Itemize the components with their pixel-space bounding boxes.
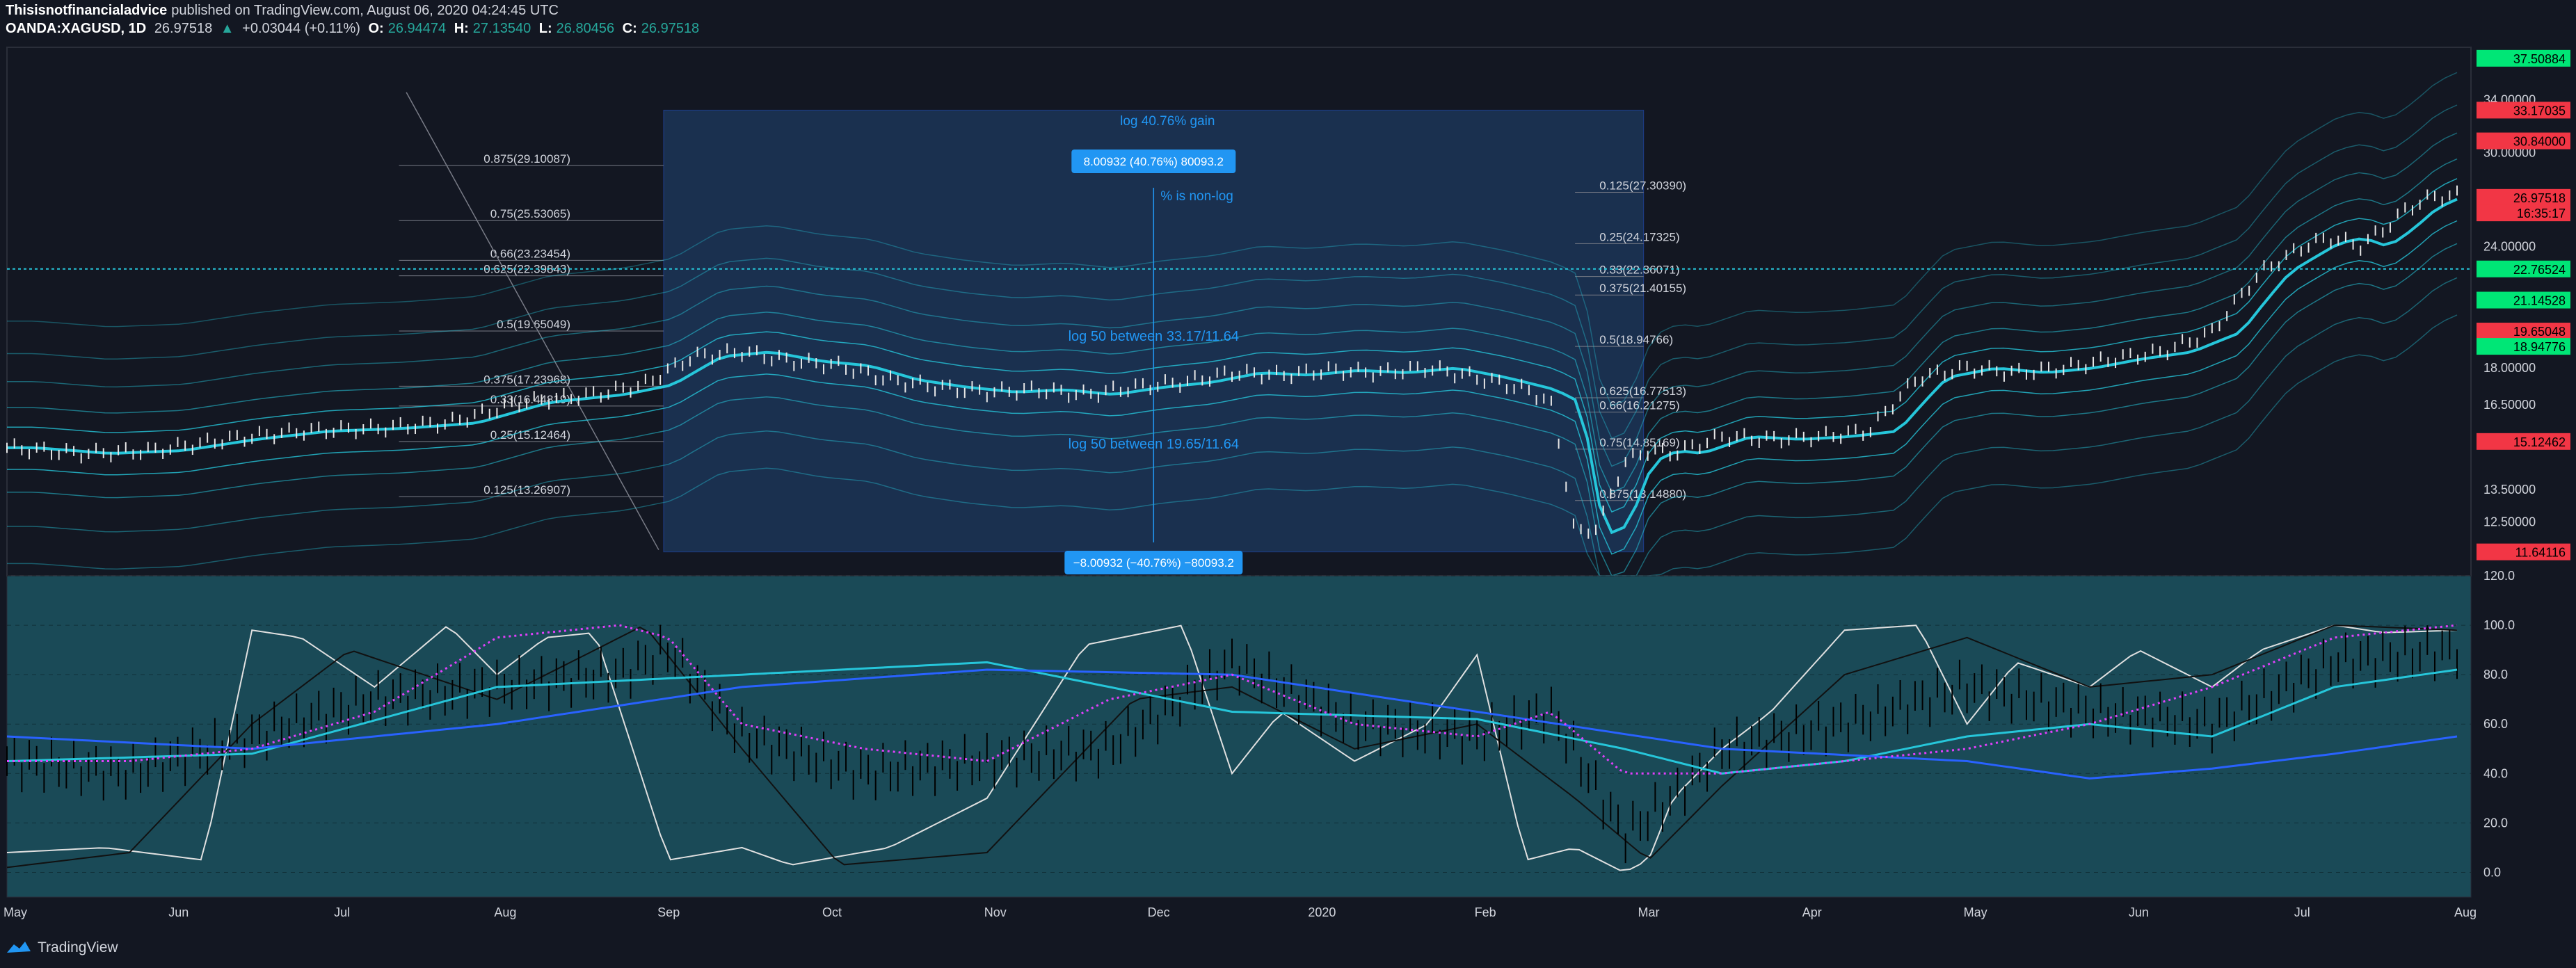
y-tick-label: 12.50000 (2483, 515, 2536, 529)
y-tick-label: 18.00000 (2483, 361, 2536, 375)
x-axis-label: Jul (2294, 905, 2310, 919)
measure-up-label: 8.00932 (40.76%) 80093.2 (1084, 155, 1224, 168)
x-axis-label: May (1964, 905, 1987, 919)
price-tag-label: 11.64116 (2515, 546, 2566, 560)
price-tag-label: 30.84000 (2513, 135, 2566, 149)
x-axis-label: Feb (1475, 905, 1496, 919)
x-axis-label: Apr (1802, 905, 1822, 919)
fib-right-label: 0.125(27.30390) (1599, 179, 1686, 192)
fib-left-label: 0.75(25.53065) (490, 207, 570, 220)
osc-tick-label: 100.0 (2483, 618, 2515, 632)
x-axis-label: May (3, 905, 27, 919)
x-axis-label: Oct (822, 905, 842, 919)
fib-right-label: 0.33(22.36071) (1599, 264, 1679, 277)
price-tag-label: 18.94776 (2513, 340, 2566, 354)
x-axis-label: Jun (2129, 905, 2149, 919)
x-axis-label: Sep (657, 905, 680, 919)
footer-brand-label: TradingView (38, 939, 118, 955)
x-axis-label: Dec (1148, 905, 1170, 919)
x-axis-label: Mar (1638, 905, 1660, 919)
price-tag-label: 19.65048 (2513, 325, 2566, 339)
osc-tick-label: 0.0 (2483, 865, 2501, 879)
osc-tick-label: 120.0 (2483, 569, 2515, 583)
x-axis-label: 2020 (1308, 905, 1336, 919)
fib-right-label: 0.375(21.40155) (1599, 282, 1686, 295)
price-tag-label: 26.97518 (2513, 191, 2566, 205)
chart-canvas[interactable]: 34.0000030.0000024.0000018.0000016.50000… (0, 0, 2576, 968)
osc-tick-label: 40.0 (2483, 766, 2508, 780)
y-tick-label: 16.50000 (2483, 398, 2536, 412)
osc-tick-label: 80.0 (2483, 668, 2508, 681)
price-pane[interactable]: 34.0000030.0000024.0000018.0000016.50000… (6, 47, 2570, 576)
measure-down-label: −8.00932 (−40.76%) −80093.2 (1073, 556, 1234, 570)
x-axis-label: Aug (494, 905, 516, 919)
price-tag-label: 22.76524 (2513, 263, 2566, 277)
non-log-label: % is non-log (1160, 189, 1233, 204)
price-tag-label: 37.50884 (2513, 52, 2566, 66)
y-tick-label: 24.00000 (2483, 240, 2536, 254)
osc-tick-label: 60.0 (2483, 717, 2508, 731)
fib-left-label: 0.25(15.12464) (490, 428, 570, 442)
tradingview-chart-window: { "header": { "publisher": "Thisisnotfin… (0, 0, 2576, 968)
x-axis-label: Jun (168, 905, 189, 919)
fib-right-label: 0.25(24.17325) (1599, 230, 1679, 243)
tradingview-logo-icon (7, 942, 31, 953)
fib-left-label: 0.66(23.23454) (490, 247, 570, 260)
footer-brand[interactable]: TradingView (6, 939, 118, 957)
log-gain-label: log 40.76% gain (1120, 114, 1215, 129)
price-tag-label: 21.14528 (2513, 294, 2566, 308)
fib-left-label: 0.375(17.23968) (483, 373, 570, 386)
price-tag-label: 16:35:17 (2517, 207, 2566, 220)
fib-left-label: 0.875(29.10087) (483, 152, 570, 166)
osc-tick-label: 20.0 (2483, 816, 2508, 830)
oscillator-pane[interactable]: 120.0 100.0 80.0 60.0 40.0 20.0 0.0 May Jun Jul Au… (3, 569, 2515, 919)
price-tag-label: 33.17035 (2513, 104, 2566, 118)
price-tag-label: 15.12462 (2513, 435, 2566, 449)
x-axis-label: Jul (334, 905, 350, 919)
x-axis-label: Nov (984, 905, 1007, 919)
fib-right-label: 0.5(18.94766) (1599, 333, 1673, 346)
y-tick-label: 13.50000 (2483, 483, 2536, 497)
fib-left-label: 0.125(13.26907) (483, 483, 570, 497)
x-axis-label: Aug (2454, 905, 2477, 919)
